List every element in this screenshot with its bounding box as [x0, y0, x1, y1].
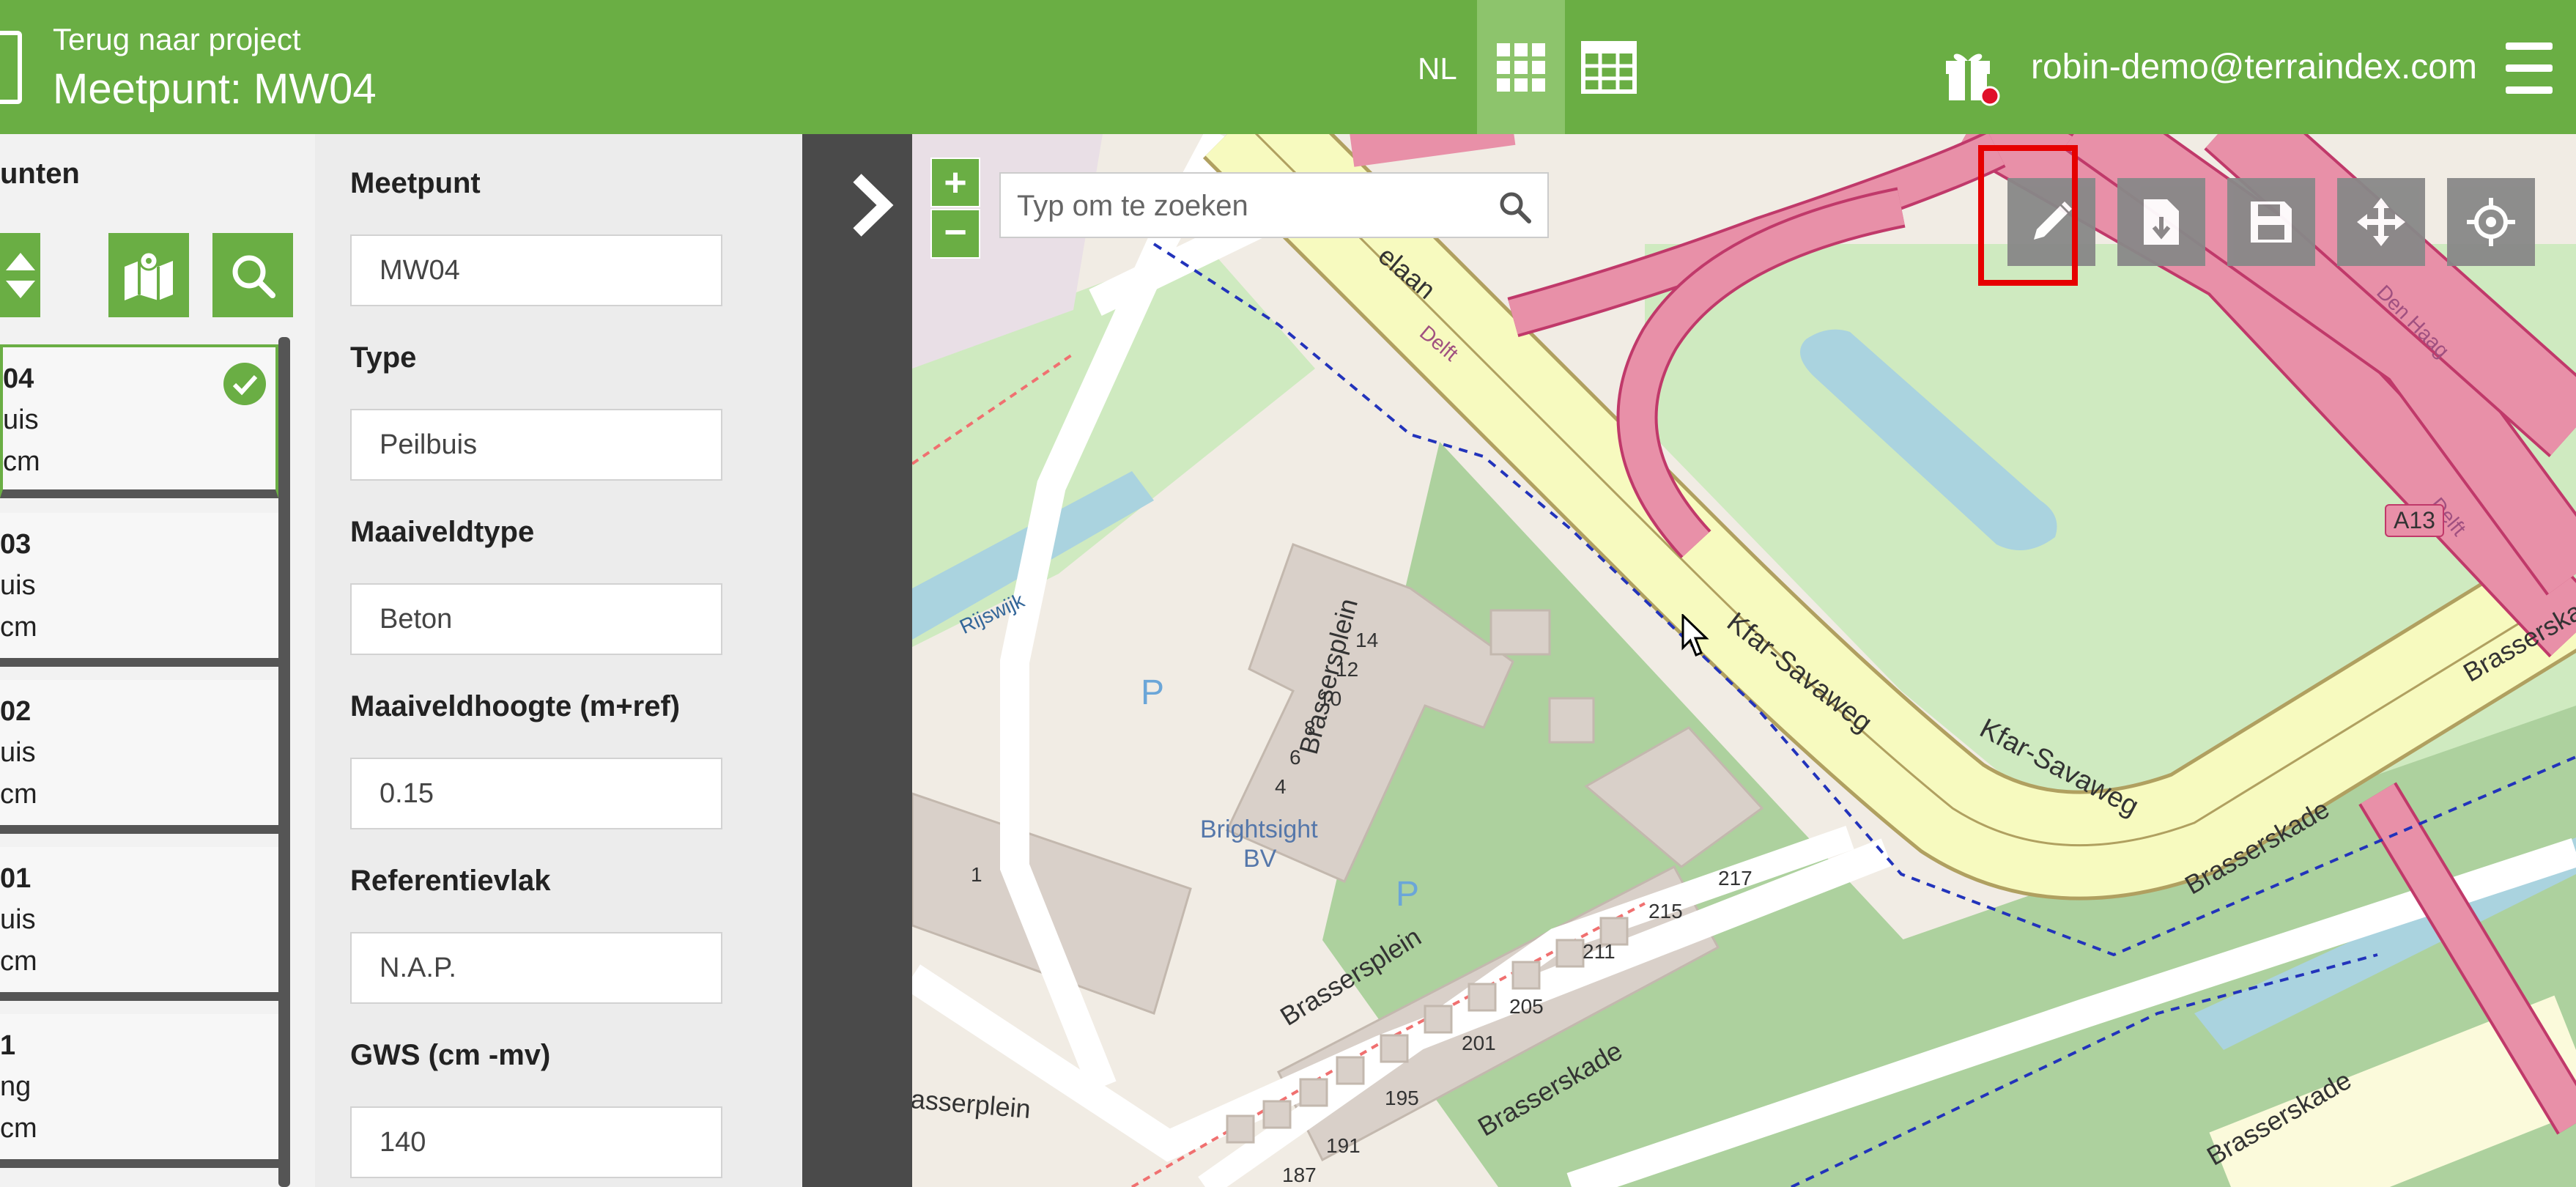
- search-icon: [232, 255, 275, 298]
- logo-icon[interactable]: [0, 31, 22, 104]
- meetpunt-field[interactable]: MW04: [350, 234, 722, 306]
- locate-button[interactable]: [2447, 178, 2535, 266]
- list-item[interactable]: 04 uis cm: [0, 344, 278, 498]
- check-icon: [223, 363, 266, 405]
- house-number: 4: [1275, 775, 1287, 798]
- item-type: ng: [0, 1071, 32, 1102]
- type-field[interactable]: Peilbuis: [350, 409, 722, 481]
- locate-icon: [2467, 198, 2515, 246]
- parking-label: P: [1141, 673, 1165, 712]
- list-item[interactable]: 03 uis cm: [0, 513, 278, 667]
- house-number: 195: [1385, 1087, 1419, 1109]
- item-id: 01: [0, 863, 32, 894]
- item-unit: cm: [0, 779, 37, 810]
- language-selector[interactable]: NL: [1418, 51, 1457, 86]
- zoom-out-button[interactable]: −: [930, 209, 980, 259]
- item-unit: cm: [0, 1113, 37, 1144]
- referentievlak-field[interactable]: N.A.P.: [350, 932, 722, 1004]
- item-unit: cm: [0, 612, 37, 643]
- item-id: 1: [0, 1030, 16, 1061]
- highlight-box: [1978, 145, 2078, 286]
- house-number: 201: [1462, 1032, 1496, 1054]
- field-label-referentievlak: Referentievlak: [350, 865, 551, 897]
- save-icon: [2251, 201, 2292, 243]
- map-view-button[interactable]: [108, 233, 189, 317]
- page-title: Meetpunt: MW04: [53, 65, 377, 113]
- house-number: 217: [1718, 867, 1753, 890]
- item-type: uis: [0, 737, 36, 768]
- house-number: 12: [1336, 658, 1359, 681]
- table-view-button[interactable]: [1565, 0, 1653, 134]
- back-to-project-link[interactable]: Terug naar project: [53, 22, 301, 57]
- house-number: 6: [1289, 746, 1301, 769]
- table-view-icon: [1581, 40, 1637, 94]
- map-search-input[interactable]: [1015, 174, 1495, 238]
- map-view[interactable]: Kfar-Savaweg Kfar-Savaweg Brasserskade B…: [912, 134, 2576, 1187]
- parking-label: P: [1396, 875, 1420, 914]
- save-button[interactable]: [2227, 178, 2315, 266]
- poi-label: BV: [1243, 845, 1277, 873]
- item-unit: cm: [3, 446, 40, 477]
- house-number: 205: [1509, 995, 1544, 1018]
- gift-icon: [1946, 53, 2000, 106]
- field-label-maaiveldtype: Maaiveldtype: [350, 516, 535, 548]
- item-id: 04: [3, 363, 34, 394]
- gws-field[interactable]: 140: [350, 1106, 722, 1178]
- move-icon: [2357, 198, 2405, 246]
- chevron-right-icon[interactable]: [850, 172, 894, 238]
- grid-view-icon: [1497, 42, 1545, 92]
- item-type: uis: [0, 570, 36, 601]
- item-type: uis: [0, 904, 36, 935]
- item-id: 03: [0, 529, 32, 560]
- map-icon: [125, 251, 173, 300]
- user-email[interactable]: robin-demo@terraindex.com: [2031, 47, 2477, 87]
- search-list-button[interactable]: [212, 233, 293, 317]
- export-icon: [2144, 199, 2179, 245]
- poi-label: Brightsight: [1200, 816, 1318, 843]
- house-number: 211: [1583, 940, 1615, 963]
- list-item[interactable]: 01 uis cm: [0, 847, 278, 1001]
- field-label-type: Type: [350, 341, 417, 374]
- house-number: 191: [1326, 1134, 1361, 1157]
- house-number: 187: [1282, 1164, 1317, 1186]
- house-number: 1: [971, 863, 982, 886]
- mouse-cursor-icon: [1681, 614, 1709, 657]
- item-type: uis: [3, 404, 39, 435]
- search-icon[interactable]: [1498, 190, 1531, 223]
- grid-view-button[interactable]: [1477, 0, 1565, 134]
- maaiveldhoogte-field[interactable]: 0.15: [350, 758, 722, 829]
- export-button[interactable]: [2117, 178, 2205, 266]
- menu-icon[interactable]: [2506, 42, 2553, 94]
- item-id: 02: [0, 696, 32, 727]
- field-label-maaiveldhoogte: Maaiveldhoogte (m+ref): [350, 690, 681, 722]
- sort-button[interactable]: [0, 233, 40, 317]
- house-number: 10: [1319, 687, 1342, 710]
- move-button[interactable]: [2337, 178, 2425, 266]
- sort-icon: [5, 252, 35, 298]
- maaiveldtype-field[interactable]: Beton: [350, 583, 722, 655]
- list-scrollbar[interactable]: [278, 337, 290, 1187]
- road-badge: A13: [2385, 504, 2444, 537]
- panel-collapse-strip: [802, 134, 912, 1187]
- list-item[interactable]: 02 uis cm: [0, 680, 278, 834]
- house-number: 215: [1648, 900, 1683, 922]
- panel-title: unten: [0, 158, 80, 190]
- item-unit: cm: [0, 946, 37, 977]
- zoom-in-button[interactable]: +: [930, 158, 980, 207]
- field-label-meetpunt: Meetpunt: [350, 167, 481, 199]
- map-search-box: [999, 172, 1549, 238]
- field-label-gws: GWS (cm -mv): [350, 1039, 551, 1071]
- gift-button[interactable]: [1942, 40, 2000, 106]
- list-item[interactable]: 1 ng cm: [0, 1014, 278, 1168]
- house-number: 14: [1355, 629, 1379, 651]
- house-number: 8: [1304, 717, 1316, 739]
